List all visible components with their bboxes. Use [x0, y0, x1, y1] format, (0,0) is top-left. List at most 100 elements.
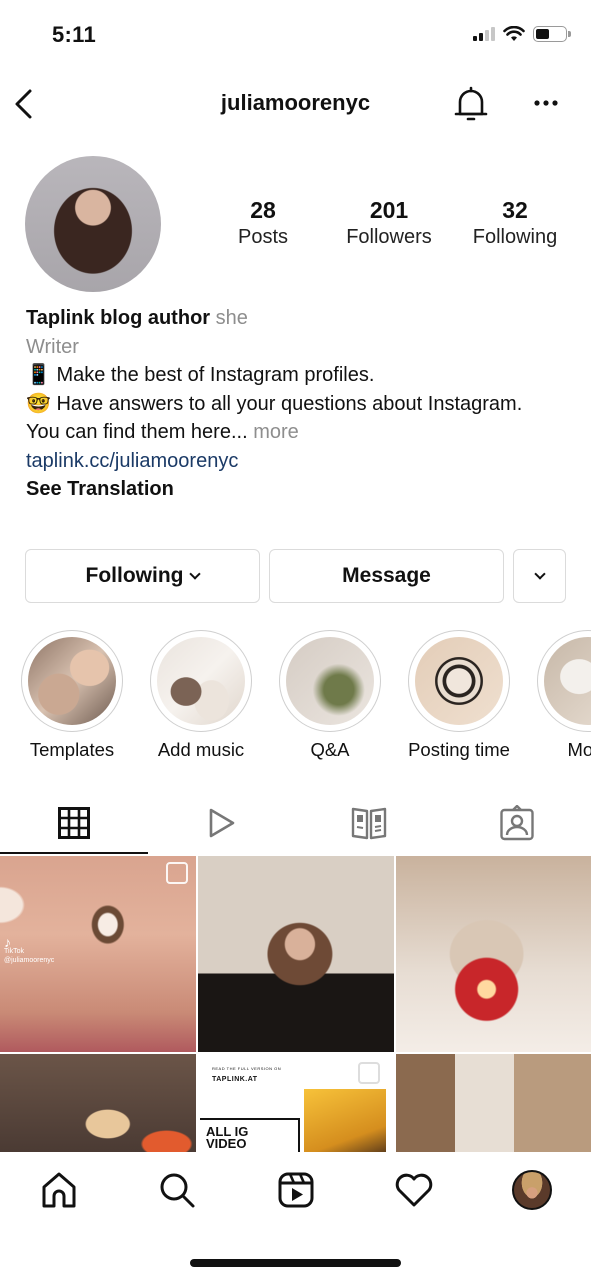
highlight-add-music[interactable]: Add music	[149, 630, 253, 761]
more-options-button[interactable]	[526, 88, 566, 118]
bell-icon	[454, 86, 488, 121]
message-button[interactable]: Message	[269, 549, 504, 603]
following-button-label: Following	[85, 564, 184, 587]
bio-line-3-text: You can find them here...	[26, 421, 248, 443]
post-thumbnail[interactable]: READ THE FULL VERSION ON TAPLINK.AT ALL …	[198, 1054, 394, 1152]
highlight-cover-image	[544, 637, 591, 725]
tiktok-handle: @juliamoorenyc	[4, 957, 55, 964]
category-label: Writer	[26, 335, 79, 358]
tiktok-watermark: ♪ TikTok @juliamoorenyc	[4, 934, 55, 965]
highlight-label: Q&A	[310, 739, 350, 760]
nav-home[interactable]	[0, 1152, 118, 1228]
suggested-accounts-button[interactable]	[513, 549, 566, 603]
bio-line-1-text: Make the best of Instagram profiles.	[56, 364, 375, 386]
highlight-mom[interactable]: Mom	[536, 630, 591, 761]
highlight-ring	[408, 630, 510, 732]
highlight-ring	[21, 630, 123, 732]
highlight-label: Mom	[567, 739, 591, 760]
nav-search[interactable]	[118, 1152, 236, 1228]
profile-actions: Following Message	[25, 549, 566, 603]
guide-book-icon	[352, 807, 387, 840]
tiktok-label: TikTok	[4, 948, 24, 955]
carousel-indicator-icon	[358, 1062, 380, 1084]
stat-followers[interactable]: 201 Followers	[326, 196, 452, 250]
highlight-label: Add music	[157, 739, 245, 760]
home-indicator[interactable]	[190, 1259, 401, 1267]
status-time: 5:11	[52, 22, 97, 47]
play-icon	[209, 808, 234, 838]
notifications-button[interactable]	[452, 84, 490, 124]
tab-posts-grid[interactable]	[0, 792, 148, 854]
ellipsis-icon	[534, 100, 558, 106]
tab-tagged[interactable]	[443, 792, 591, 854]
home-icon	[42, 1172, 76, 1208]
highlight-qa[interactable]: Q&A	[278, 630, 382, 761]
bio-line-3: You can find them here... more	[26, 418, 566, 447]
battery-icon	[533, 26, 571, 42]
highlight-label: Posting time	[408, 739, 510, 760]
status-bar: 5:11	[0, 0, 591, 70]
chevron-down-icon	[189, 567, 202, 580]
highlight-templates[interactable]: Templates	[20, 630, 124, 761]
followers-label: Followers	[346, 226, 432, 248]
highlight-label: Templates	[29, 739, 115, 760]
see-translation-link[interactable]: See Translation	[26, 475, 566, 504]
post-headline: ALL IG VIDEO	[206, 1125, 248, 1151]
tagged-person-icon	[500, 805, 534, 841]
bio-line-2-text: Have answers to all your questions about…	[56, 392, 523, 415]
post-thumbnail[interactable]	[0, 1054, 196, 1152]
post-thumbnail[interactable]	[396, 856, 591, 1052]
stat-following[interactable]: 32 Following	[452, 196, 578, 250]
post-thumbnail[interactable]: ♪ TikTok @juliamoorenyc	[0, 856, 196, 1052]
profile-bio: Taplink blog author she Writer 📱 Make th…	[26, 304, 566, 504]
bio-more-link[interactable]: more	[253, 421, 299, 443]
stat-posts[interactable]: 28 Posts	[200, 196, 326, 250]
nav-reels[interactable]	[236, 1152, 354, 1228]
following-count: 32	[502, 197, 528, 223]
highlight-cover-image	[286, 637, 374, 725]
display-name: Taplink blog author	[26, 307, 211, 329]
post-headline-line-2: VIDEO	[206, 1136, 247, 1151]
profile-header: juliamoorenyc	[0, 78, 591, 130]
bottom-navigation	[0, 1152, 591, 1228]
wifi-icon	[503, 26, 525, 41]
highlight-posting-time[interactable]: Posting time	[407, 630, 511, 761]
nav-activity[interactable]	[355, 1152, 473, 1228]
highlight-cover-image	[28, 637, 116, 725]
post-inset-photo	[304, 1089, 386, 1152]
post-thumbnail[interactable]	[198, 856, 394, 1052]
reel-indicator-icon	[166, 862, 188, 884]
profile-stats: 28 Posts 201 Followers 32 Following	[200, 196, 580, 250]
profile-avatar[interactable]	[25, 156, 161, 292]
status-icons	[473, 26, 571, 42]
bio-website-link[interactable]: taplink.cc/juliamoorenyc	[26, 447, 566, 476]
chevron-down-icon	[533, 567, 546, 580]
posts-count: 28	[250, 197, 276, 223]
heart-icon	[395, 1173, 432, 1207]
post-small-text: READ THE FULL VERSION ON	[212, 1066, 282, 1071]
nerd-face-emoji-icon: 🤓	[26, 392, 51, 415]
highlight-ring	[279, 630, 381, 732]
grid-icon	[57, 807, 90, 839]
story-highlights: Templates Add music Q&A Posting time Mom	[0, 630, 591, 770]
highlight-ring	[537, 630, 591, 732]
search-icon	[160, 1173, 195, 1208]
highlight-cover-image	[157, 637, 245, 725]
followers-count: 201	[369, 197, 409, 223]
bio-line-2: 🤓 Have answers to all your questions abo…	[26, 390, 566, 419]
bio-name-line: Taplink blog author she	[26, 304, 566, 333]
posts-grid: ♪ TikTok @juliamoorenyc READ THE FULL VE…	[0, 856, 591, 1152]
posts-label: Posts	[237, 226, 289, 248]
nav-profile[interactable]	[473, 1152, 591, 1228]
highlight-ring	[150, 630, 252, 732]
bio-line-1: 📱 Make the best of Instagram profiles.	[26, 361, 566, 390]
tiktok-logo-icon: ♪	[4, 934, 11, 950]
following-button[interactable]: Following	[25, 549, 260, 603]
highlight-cover-image	[415, 637, 503, 725]
tab-reels[interactable]	[148, 792, 296, 854]
tab-guides[interactable]	[296, 792, 444, 854]
mobile-phone-emoji-icon: 📱	[26, 364, 51, 386]
post-thumbnail[interactable]	[396, 1054, 591, 1152]
username-title: juliamoorenyc	[220, 90, 371, 115]
following-label: Following	[472, 226, 558, 248]
